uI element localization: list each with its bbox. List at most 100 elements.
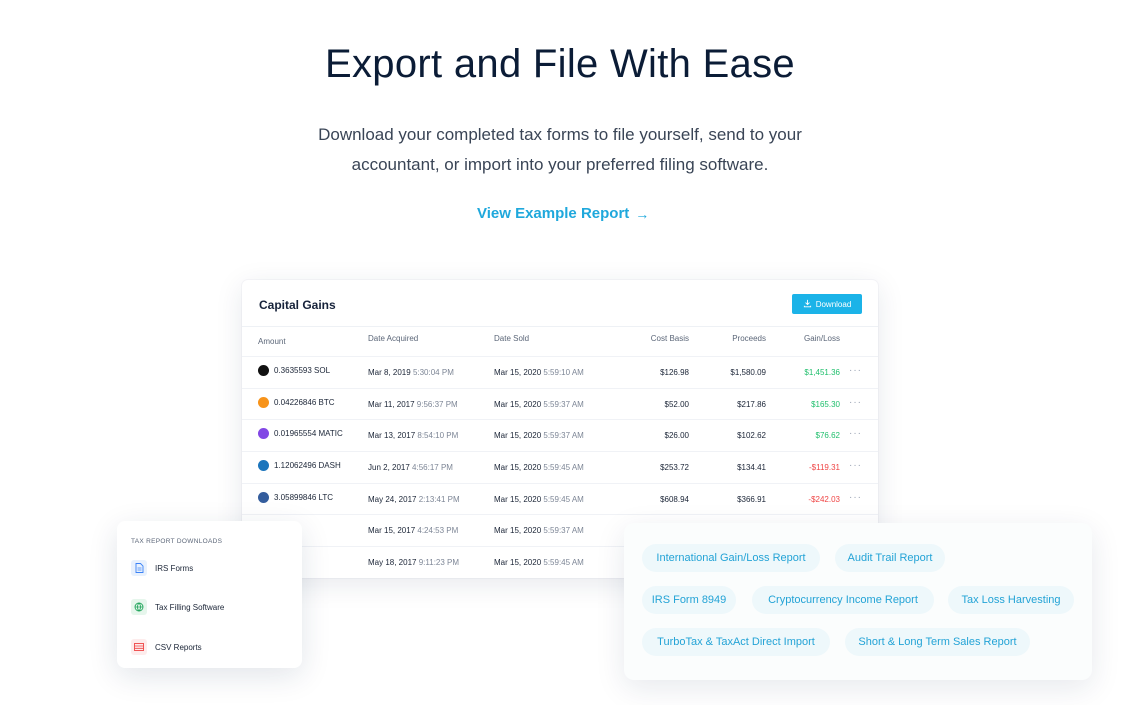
download-icon — [803, 299, 812, 310]
cost-basis-cell: $26.00 — [664, 431, 689, 441]
capital-gains-title: Capital Gains — [259, 298, 336, 312]
arrow-right-icon: → — [635, 205, 650, 222]
document-icon — [131, 560, 147, 576]
pill-irs-form-8949[interactable]: IRS Form 8949 — [642, 586, 736, 614]
sold-time: 5:59:37 AM — [543, 399, 584, 409]
col-gain-loss: Gain/Loss — [803, 334, 840, 343]
table-row: 3.05899846 LTC May 24, 2017 2:13:41 PM Mar… — [242, 482, 878, 515]
date-acquired-cell: Mar 13, 2017 8:54:10 PM — [368, 431, 458, 440]
acquired-date: Mar 13, 2017 — [368, 431, 416, 441]
col-amount: Amount — [258, 337, 286, 346]
tax-filling-software-item[interactable]: Tax Filling Software — [131, 599, 224, 615]
sold-date: Mar 15, 2020 — [494, 463, 542, 473]
gain-loss-cell: -$119.31 — [809, 463, 840, 473]
sold-date: Mar 15, 2020 — [494, 494, 542, 504]
pill-tax-loss-harvesting[interactable]: Tax Loss Harvesting — [948, 586, 1074, 614]
pill-turbotax-taxact-direct-import[interactable]: TurboTax & TaxAct Direct Import — [642, 628, 830, 656]
pill-cryptocurrency-income-report[interactable]: Cryptocurrency Income Report — [752, 586, 934, 614]
date-acquired-cell: Mar 11, 2017 9:56:37 PM — [368, 400, 458, 409]
download-button[interactable]: Download — [792, 294, 862, 314]
csv-reports-label: CSV Reports — [155, 642, 202, 652]
date-sold-cell: Mar 15, 2020 5:59:45 AM — [494, 495, 584, 504]
coin-icon — [258, 365, 269, 376]
acquired-time: 5:30:04 PM — [412, 368, 454, 377]
view-example-report-label: View Example Report — [477, 205, 630, 222]
more-options-icon[interactable]: ··· — [849, 492, 862, 503]
amount-value: 0.04226846 BTC — [274, 397, 335, 407]
amount-cell: 1.12062496 DASH — [258, 460, 341, 472]
sold-date: Mar 15, 2020 — [494, 558, 542, 568]
page-subtitle: Download your completed tax forms to fil… — [0, 120, 1120, 180]
coin-icon — [258, 491, 269, 503]
acquired-date: Mar 11, 2017 — [368, 399, 415, 409]
date-acquired-cell: Jun 2, 2017 4:56:17 PM — [368, 463, 453, 472]
acquired-date: Jun 2, 2017 — [368, 463, 410, 473]
sold-time: 5:59:45 AM — [543, 494, 584, 504]
sold-time: 5:59:10 AM — [543, 368, 584, 377]
acquired-time: 9:56:37 PM — [416, 399, 458, 409]
date-sold-cell: Mar 15, 2020 5:59:10 AM — [494, 368, 584, 377]
acquired-time: 4:24:53 PM — [417, 526, 459, 536]
coin-icon — [258, 396, 269, 408]
proceeds-cell: $1,580.09 — [730, 368, 766, 377]
download-label: Download — [815, 299, 852, 309]
table-row: 0.04226846 BTC Mar 11, 2017 9:56:37 PM Mar… — [242, 387, 878, 420]
amount-cell: 0.01965554 MATIC — [258, 428, 343, 440]
sold-time: 5:59:37 AM — [543, 431, 584, 441]
sold-time: 5:59:45 AM — [543, 558, 584, 568]
capital-gains-header: Capital Gains Download — [242, 280, 878, 327]
cost-basis-cell: $126.98 — [660, 368, 689, 377]
table-icon — [131, 639, 147, 655]
date-sold-cell: Mar 15, 2020 5:59:37 AM — [494, 431, 584, 440]
date-sold-cell: Mar 15, 2020 5:59:37 AM — [494, 400, 584, 409]
table-row: 0.01965554 MATIC Mar 13, 2017 8:54:10 PM M… — [242, 419, 878, 451]
acquired-date: May 24, 2017 — [368, 494, 417, 504]
subtitle-line-1: Download your completed tax forms to fil… — [318, 125, 802, 144]
proceeds-cell: $134.41 — [737, 463, 766, 473]
more-options-icon[interactable]: ··· — [849, 428, 862, 439]
irs-forms-item[interactable]: IRS Forms — [131, 560, 193, 576]
pill-short-long-term-sales-report[interactable]: Short & Long Term Sales Report — [845, 628, 1030, 656]
more-options-icon[interactable]: ··· — [849, 365, 862, 376]
acquired-date: Mar 8, 2019 — [368, 368, 411, 377]
cost-basis-cell: $52.00 — [664, 399, 689, 409]
more-options-icon[interactable]: ··· — [849, 397, 862, 408]
page-title: Export and File With Ease — [325, 42, 795, 86]
col-date-acquired: Date Acquired — [368, 334, 419, 343]
sold-date: Mar 15, 2020 — [494, 368, 542, 377]
acquired-time: 8:54:10 PM — [417, 431, 459, 441]
pill-audit-trail-report[interactable]: Audit Trail Report — [835, 544, 945, 572]
sold-date: Mar 15, 2020 — [494, 526, 542, 536]
amount-value: 1.12062496 DASH — [274, 461, 341, 471]
sold-date: Mar 15, 2020 — [494, 399, 542, 409]
csv-reports-item[interactable]: CSV Reports — [131, 639, 202, 655]
proceeds-cell: $366.91 — [737, 494, 766, 504]
date-sold-cell: Mar 15, 2020 5:59:45 AM — [494, 558, 584, 567]
date-acquired-cell: Mar 15, 2017 4:24:53 PM — [368, 526, 458, 535]
sold-time: 5:59:45 AM — [543, 463, 584, 473]
amount-cell: 0.04226846 BTC — [258, 396, 335, 408]
amount-value: 0.3635593 SOL — [274, 366, 331, 375]
gain-loss-cell: $165.30 — [811, 399, 840, 409]
col-proceeds: Proceeds — [732, 334, 766, 343]
acquired-time: 2:13:41 PM — [418, 494, 460, 504]
cost-basis-cell: $253.72 — [660, 463, 689, 473]
date-acquired-cell: May 18, 2017 9:11:23 PM — [368, 558, 459, 567]
globe-icon — [131, 599, 147, 615]
more-options-icon[interactable]: ··· — [849, 460, 862, 471]
acquired-date: May 18, 2017 — [368, 558, 417, 568]
table-row: 1.12062496 DASH Jun 2, 2017 4:56:17 PM Mar… — [242, 451, 878, 483]
gain-loss-cell: -$242.03 — [808, 494, 840, 504]
table-header: Amount Date Acquired Date Sold Cost Basi… — [242, 334, 878, 355]
tax-report-downloads-heading: TAX REPORT DOWNLOADS — [131, 538, 223, 545]
sold-time: 5:59:37 AM — [543, 526, 584, 536]
table-row: 0.3635593 SOL Mar 8, 2019 5:30:04 PM Mar 1… — [242, 356, 878, 388]
amount-value: 3.05899846 LTC — [274, 492, 334, 502]
acquired-time: 9:11:23 PM — [418, 558, 460, 568]
tax-report-downloads-card: TAX REPORT DOWNLOADS IRS Forms Tax Filli… — [117, 521, 302, 668]
date-sold-cell: Mar 15, 2020 5:59:37 AM — [494, 526, 584, 535]
subtitle-line-2: accountant, or import into your preferre… — [351, 155, 769, 174]
view-example-report-link[interactable]: View Example Report → — [477, 205, 649, 222]
pill-international-gain-loss-report[interactable]: International Gain/Loss Report — [642, 544, 820, 572]
proceeds-cell: $217.86 — [737, 399, 766, 409]
